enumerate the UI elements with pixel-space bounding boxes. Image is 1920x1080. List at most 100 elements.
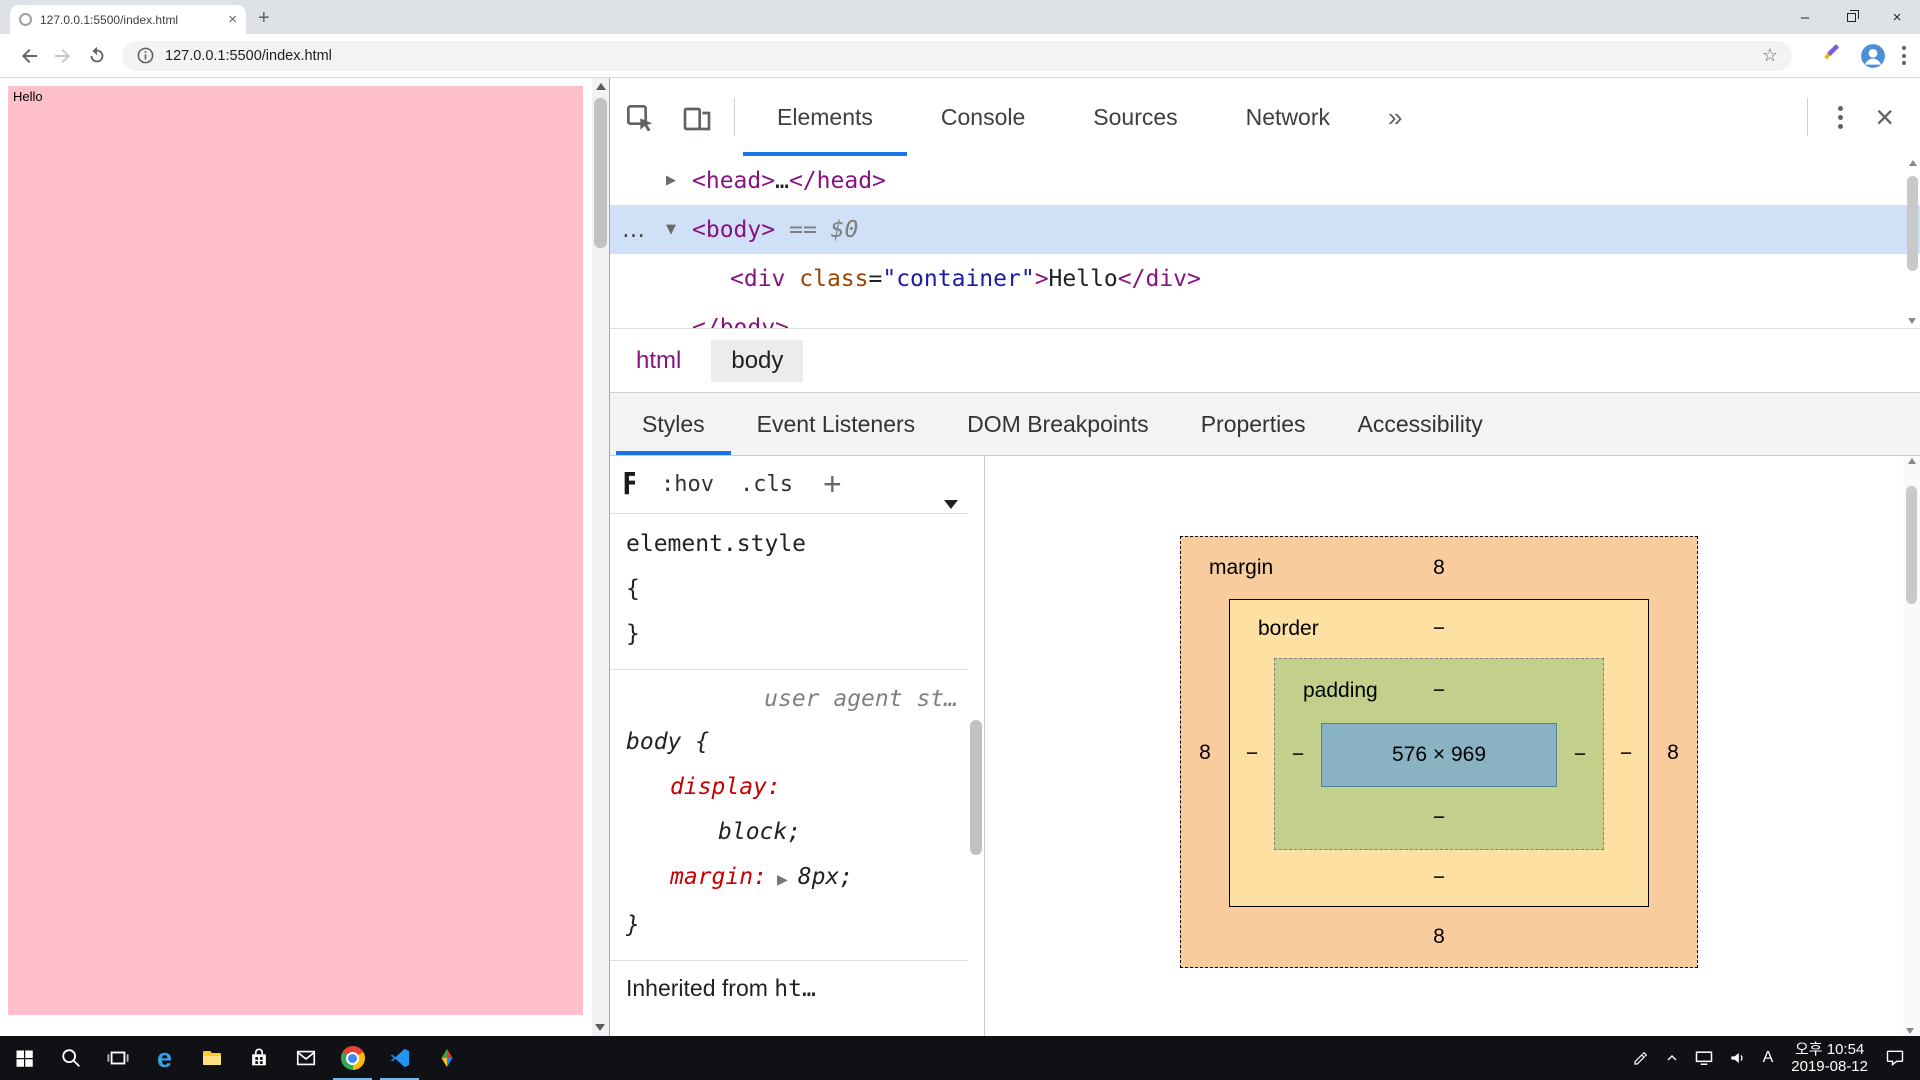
tab-sources[interactable]: Sources	[1059, 78, 1211, 156]
margin-top-value[interactable]: 8	[1433, 556, 1445, 579]
border-top-value[interactable]: −	[1433, 617, 1445, 640]
taskbar-clock[interactable]: 오후 10:54 2019-08-12	[1791, 1041, 1868, 1075]
bookmark-star-icon[interactable]: ☆	[1762, 45, 1778, 66]
dom-row-clipped[interactable]: </body>	[610, 303, 1920, 328]
scroll-down-arrow-icon[interactable]	[595, 1024, 605, 1031]
dropdown-triangle-icon[interactable]	[944, 500, 958, 509]
forward-button[interactable]	[46, 39, 80, 73]
collapse-arrow-icon[interactable]: ▼	[666, 222, 692, 237]
border-bottom-value[interactable]: −	[1230, 850, 1648, 906]
volume-icon[interactable]	[1728, 1048, 1748, 1068]
page-info-icon[interactable]	[136, 46, 155, 65]
browser-menu-icon[interactable]	[1902, 45, 1906, 67]
filter-input[interactable]: F	[622, 467, 635, 502]
margin-right-value[interactable]: 8	[1649, 599, 1697, 907]
address-bar[interactable]: 127.0.0.1:5500/index.html ☆	[122, 41, 1792, 71]
tab-event-listeners[interactable]: Event Listeners	[731, 393, 942, 455]
profile-avatar[interactable]	[1860, 43, 1886, 69]
taskbar-search-button[interactable]	[47, 1036, 94, 1080]
task-view-button[interactable]	[94, 1036, 141, 1080]
padding-bottom-value[interactable]: −	[1275, 787, 1603, 849]
expand-arrow-icon[interactable]: ▶	[666, 173, 692, 188]
new-style-rule-button[interactable]: +	[823, 466, 842, 503]
element-style-section[interactable]: element.style { }	[610, 514, 968, 670]
scroll-up-arrow-icon[interactable]	[1909, 160, 1917, 166]
pen-icon[interactable]	[1632, 1049, 1650, 1067]
scrollbar-thumb[interactable]	[1906, 486, 1917, 604]
taskbar-chrome-button[interactable]	[329, 1036, 376, 1080]
tab-console[interactable]: Console	[907, 78, 1059, 156]
tab-dom-breakpoints[interactable]: DOM Breakpoints	[941, 393, 1175, 455]
tab-properties[interactable]: Properties	[1175, 393, 1332, 455]
more-tabs-icon[interactable]: »	[1364, 78, 1426, 156]
minimize-button[interactable]: –	[1782, 0, 1828, 34]
tab-styles[interactable]: Styles	[616, 393, 731, 455]
padding-top-value[interactable]: −	[1433, 679, 1445, 702]
scroll-down-arrow-icon[interactable]	[1906, 1028, 1914, 1034]
element-style-selector[interactable]: element.style	[626, 531, 806, 557]
back-button[interactable]	[12, 39, 46, 73]
ime-indicator[interactable]: A	[1763, 1049, 1774, 1067]
scroll-up-arrow-icon[interactable]	[1908, 458, 1916, 464]
taskbar-mail-button[interactable]	[282, 1036, 329, 1080]
box-model-border[interactable]: border − − padding −	[1229, 599, 1649, 907]
tab-close-icon[interactable]: ×	[228, 11, 237, 28]
dom-gutter-ellipsis[interactable]: …	[610, 217, 666, 243]
tab-elements[interactable]: Elements	[743, 78, 907, 156]
browser-tab[interactable]: 127.0.0.1:5500/index.html ×	[10, 5, 246, 34]
network-icon[interactable]	[1694, 1048, 1714, 1068]
tab-accessibility[interactable]: Accessibility	[1332, 393, 1509, 455]
scrollbar-thumb[interactable]	[594, 98, 607, 248]
window-close-button[interactable]: ×	[1874, 0, 1920, 34]
taskbar-vscode-button[interactable]	[376, 1036, 423, 1080]
restore-button[interactable]	[1828, 0, 1874, 34]
toggle-class-button[interactable]: .cls	[740, 472, 793, 497]
border-left-value[interactable]: −	[1230, 658, 1274, 850]
taskbar-store-button[interactable]	[235, 1036, 282, 1080]
dom-row-div[interactable]: <div class="container">Hello</div>	[610, 254, 1920, 303]
scroll-down-arrow-icon[interactable]	[1908, 318, 1916, 324]
box-model-padding[interactable]: padding − − 576 × 969	[1274, 658, 1604, 850]
body-rule-selector[interactable]: body {	[626, 729, 709, 755]
extension-icon[interactable]	[1822, 42, 1844, 69]
reload-button[interactable]	[80, 39, 114, 73]
content-size-value[interactable]: 576 × 969	[1392, 743, 1486, 767]
inspect-element-button[interactable]	[610, 78, 668, 156]
taskbar-edge-button[interactable]: e	[141, 1036, 188, 1080]
taskbar-file-explorer-button[interactable]	[188, 1036, 235, 1080]
hidden-icons-chevron[interactable]	[1664, 1050, 1680, 1066]
metrics-scrollbar[interactable]	[1903, 456, 1920, 1036]
breadcrumb-html[interactable]: html	[636, 347, 681, 375]
inherited-node-link[interactable]: ht…	[774, 976, 816, 1002]
dom-tree-scrollbar[interactable]	[1905, 158, 1920, 326]
scrollbar-thumb[interactable]	[1907, 176, 1918, 271]
dom-row-body-selected[interactable]: … ▼ <body>== $0	[610, 205, 1920, 254]
toggle-hover-state-button[interactable]: :hov	[661, 472, 714, 497]
taskbar-app-button[interactable]	[423, 1036, 470, 1080]
dom-row-head[interactable]: ▶ <head>…</head>	[610, 156, 1920, 205]
breadcrumb-body[interactable]: body	[711, 340, 803, 382]
action-center-icon[interactable]	[1885, 1048, 1905, 1068]
url-text[interactable]: 127.0.0.1:5500/index.html	[165, 48, 332, 64]
device-toolbar-button[interactable]	[668, 78, 726, 156]
devtools-menu-icon[interactable]	[1816, 78, 1865, 156]
box-model-content[interactable]: 576 × 969	[1321, 723, 1557, 787]
css-property-margin[interactable]: margin:	[670, 864, 767, 890]
css-property-display[interactable]: display:	[670, 774, 781, 800]
scrollbar-thumb[interactable]	[970, 720, 982, 855]
start-button[interactable]	[0, 1036, 47, 1080]
box-model-margin[interactable]: margin 8 8 border −	[1180, 536, 1698, 968]
page-scrollbar[interactable]	[592, 78, 609, 1036]
user-agent-style-section[interactable]: user agent st… body { display: block; ma…	[610, 670, 968, 961]
margin-left-value[interactable]: 8	[1181, 599, 1229, 907]
tab-network[interactable]: Network	[1212, 78, 1364, 156]
devtools-close-icon[interactable]: ×	[1865, 78, 1920, 156]
expand-shorthand-icon[interactable]: ▶	[777, 872, 788, 888]
padding-left-value[interactable]: −	[1275, 723, 1321, 787]
scroll-up-arrow-icon[interactable]	[596, 83, 606, 90]
padding-right-value[interactable]: −	[1557, 723, 1603, 787]
new-tab-button[interactable]: +	[258, 7, 270, 30]
margin-bottom-value[interactable]: 8	[1181, 907, 1697, 967]
styles-pane-scrollbar[interactable]	[968, 456, 985, 1036]
border-right-value[interactable]: −	[1604, 658, 1648, 850]
